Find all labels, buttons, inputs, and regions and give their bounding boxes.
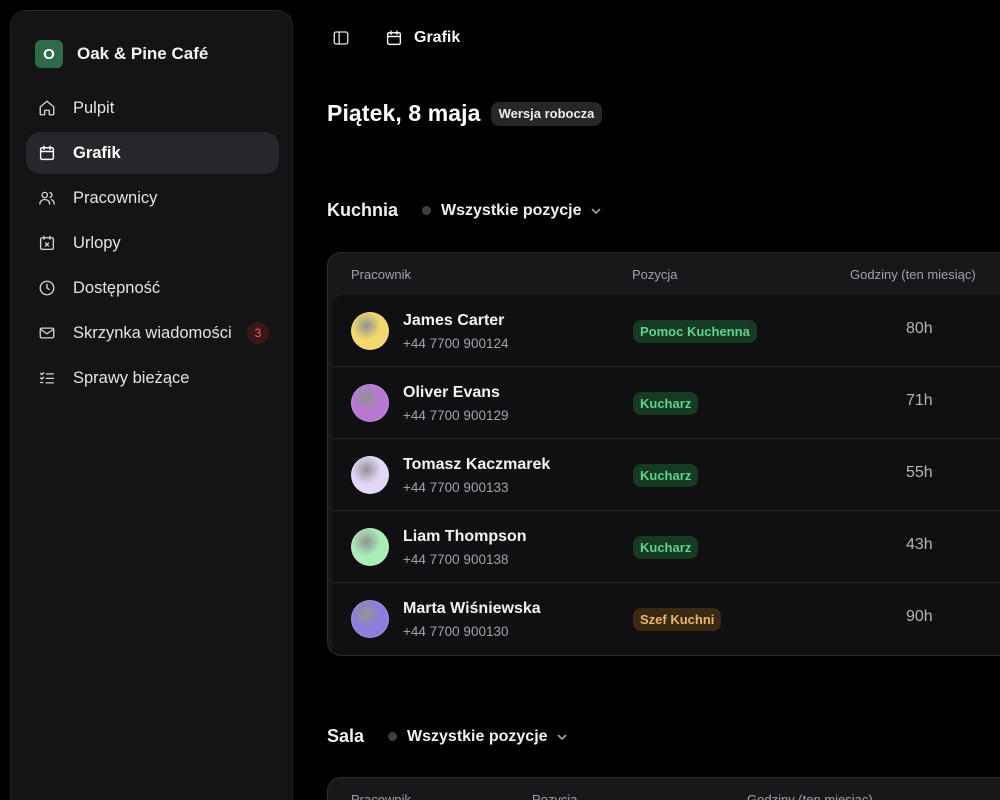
clock-icon: [38, 279, 56, 297]
position-badge: Kucharz: [633, 464, 699, 487]
column-header-position[interactable]: Pozycja: [632, 267, 678, 282]
table-row[interactable]: Marta Wiśniewska +44 7700 900130 Szef Ku…: [332, 583, 1000, 655]
filter-label: Wszystkie pozycje: [407, 727, 548, 745]
chevron-down-icon: [590, 205, 602, 217]
employee-name: Tomasz Kaczmarek: [403, 456, 551, 473]
table-header: Pracownik Pozycja Godziny (ten miesiąc): [328, 253, 1000, 295]
employee-phone: +44 7700 900133: [403, 480, 509, 495]
table-row[interactable]: Liam Thompson +44 7700 900138 Kucharz 43…: [332, 511, 1000, 583]
position-badge: Kucharz: [633, 536, 699, 559]
table-body: James Carter +44 7700 900124 Pomoc Kuche…: [332, 295, 1000, 655]
column-header-employee[interactable]: Pracownik: [351, 792, 411, 800]
employee-name: Liam Thompson: [403, 528, 527, 545]
sidebar-item-label: Pulpit: [73, 98, 115, 117]
hours-value: 80h: [906, 320, 933, 337]
avatar: [351, 312, 389, 350]
avatar: [351, 384, 389, 422]
avatar: [351, 600, 389, 638]
sidebar: O Oak & Pine Café Pulpit Grafik Pracowni…: [10, 10, 293, 800]
home-icon: [38, 99, 56, 117]
table-row[interactable]: Oliver Evans +44 7700 900129 Kucharz 71h: [332, 367, 1000, 439]
sidebar-toggle-icon[interactable]: [331, 28, 351, 48]
sidebar-item-grafik[interactable]: Grafik: [26, 132, 279, 174]
employee-phone: +44 7700 900138: [403, 552, 509, 567]
position-badge: Kucharz: [633, 392, 699, 415]
hours-value: 71h: [906, 392, 933, 409]
sidebar-item-urlopy[interactable]: Urlopy: [26, 222, 279, 264]
section-title: Sala: [327, 726, 365, 746]
hours-value: 55h: [906, 464, 933, 481]
employee-phone: +44 7700 900129: [403, 408, 509, 423]
position-badge: Szef Kuchni: [633, 608, 722, 631]
users-icon: [38, 189, 56, 207]
employee-name: Marta Wiśniewska: [403, 600, 541, 617]
page-header: Piątek, 8 maja Wersja robocza: [327, 100, 603, 127]
calendar-icon: [38, 144, 56, 162]
employee-name: James Carter: [403, 312, 505, 329]
employee-phone: +44 7700 900124: [403, 336, 509, 351]
brand[interactable]: O Oak & Pine Café: [35, 40, 208, 68]
checklist-icon: [38, 369, 56, 387]
position-filter-dropdown[interactable]: Wszystkie pozycje: [422, 202, 602, 220]
sidebar-item-label: Urlopy: [73, 233, 121, 252]
draft-status-badge: Wersja robocza: [490, 101, 603, 126]
breadcrumb[interactable]: Grafik: [384, 28, 460, 48]
hours-value: 90h: [906, 608, 933, 625]
sidebar-item-pracownicy[interactable]: Pracownicy: [26, 177, 279, 219]
section-header-sala: Sala Wszystkie pozycje: [327, 726, 568, 747]
app-root: O Oak & Pine Café Pulpit Grafik Pracowni…: [0, 0, 1000, 800]
page-title: Piątek, 8 maja: [327, 100, 481, 126]
column-header-employee[interactable]: Pracownik: [351, 267, 411, 282]
avatar: [351, 528, 389, 566]
column-header-hours[interactable]: Godziny (ten miesiąc): [747, 792, 873, 800]
unread-count-badge: 3: [247, 322, 269, 344]
employee-name: Oliver Evans: [403, 384, 500, 401]
sidebar-item-label: Pracownicy: [73, 188, 158, 207]
sidebar-item-dostepnosc[interactable]: Dostępność: [26, 267, 279, 309]
filter-label: Wszystkie pozycje: [441, 201, 582, 219]
brand-logo: O: [35, 40, 63, 68]
sidebar-item-label: Dostępność: [73, 278, 161, 297]
table-header: Pracownik Pozycja Godziny (ten miesiąc): [328, 778, 1000, 800]
sidebar-item-label: Skrzynka wiadomości: [73, 323, 232, 342]
sidebar-item-skrzynka[interactable]: Skrzynka wiadomości 3: [26, 312, 279, 354]
filter-dot: [388, 732, 398, 741]
sidebar-item-sprawy[interactable]: Sprawy bieżące: [26, 357, 279, 399]
position-filter-dropdown[interactable]: Wszystkie pozycje: [388, 728, 568, 746]
section-title: Kuchnia: [327, 200, 399, 220]
position-badge: Pomoc Kuchenna: [633, 320, 757, 343]
sidebar-item-label: Sprawy bieżące: [73, 368, 190, 387]
filter-dot: [422, 206, 432, 215]
calendar-icon: [384, 28, 404, 48]
employee-phone: +44 7700 900130: [403, 624, 509, 639]
hours-value: 43h: [906, 536, 933, 553]
brand-name: Oak & Pine Café: [77, 44, 209, 63]
calendar-x-icon: [38, 234, 56, 252]
sidebar-nav: Pulpit Grafik Pracownicy Urlopy Dostępno…: [26, 87, 279, 402]
staff-table-sala: Pracownik Pozycja Godziny (ten miesiąc): [327, 777, 1000, 800]
section-header-kuchnia: Kuchnia Wszystkie pozycje: [327, 200, 602, 221]
sidebar-item-pulpit[interactable]: Pulpit: [26, 87, 279, 129]
mail-icon: [38, 324, 56, 342]
breadcrumb-label: Grafik: [414, 29, 461, 46]
table-row[interactable]: Tomasz Kaczmarek +44 7700 900133 Kucharz…: [332, 439, 1000, 511]
table-row[interactable]: James Carter +44 7700 900124 Pomoc Kuche…: [332, 295, 1000, 367]
top-bar: Grafik: [331, 27, 460, 49]
sidebar-item-label: Grafik: [73, 143, 121, 162]
chevron-down-icon: [556, 731, 568, 743]
column-header-hours[interactable]: Godziny (ten miesiąc): [850, 267, 976, 282]
avatar: [351, 456, 389, 494]
staff-table-kuchnia: Pracownik Pozycja Godziny (ten miesiąc) …: [327, 252, 1000, 656]
column-header-position[interactable]: Pozycja: [532, 792, 578, 800]
